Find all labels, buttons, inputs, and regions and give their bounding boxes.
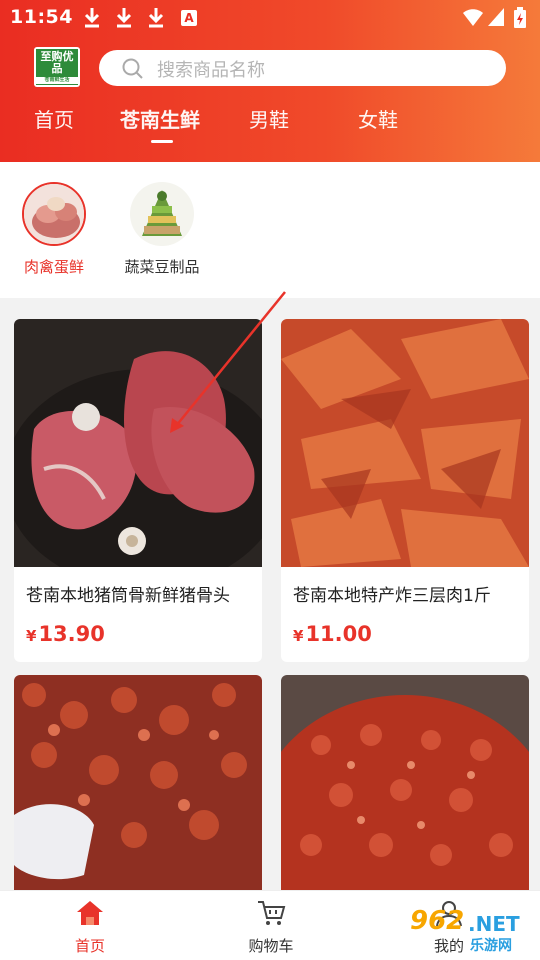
watermark-site-name: 乐游网 bbox=[470, 938, 512, 954]
product-image bbox=[281, 319, 529, 567]
product-card[interactable] bbox=[281, 675, 529, 890]
price-value: 11.00 bbox=[305, 622, 372, 646]
product-price: ¥11.00 bbox=[293, 622, 372, 646]
status-time: 11:54 bbox=[10, 6, 73, 28]
product-price: ¥13.90 bbox=[26, 622, 105, 646]
download-icon bbox=[116, 8, 132, 28]
currency-symbol: ¥ bbox=[293, 627, 304, 645]
status-bar: 11:54 A bbox=[0, 0, 540, 36]
product-title: 苍南本地特产炸三层肉1斤 bbox=[293, 586, 491, 606]
product-image bbox=[14, 319, 262, 589]
site-watermark: 962 .NET 乐游网 bbox=[400, 902, 540, 958]
tab-mens-shoes[interactable]: 男鞋 bbox=[249, 104, 289, 133]
nav-cart[interactable]: 购物车 bbox=[226, 899, 316, 956]
subcategory-meat-eggs[interactable]: 肉禽蛋鲜 bbox=[9, 182, 99, 277]
subcategory-label: 蔬菜豆制品 bbox=[124, 258, 200, 276]
product-card[interactable]: 苍南本地特产炸三层肉1斤 ¥11.00 bbox=[281, 319, 529, 662]
subcategory-label: 肉禽蛋鲜 bbox=[23, 258, 84, 276]
wifi-icon bbox=[463, 9, 483, 26]
tab-cangnan-fresh[interactable]: 苍南生鲜 bbox=[120, 104, 200, 133]
subcategory-vegetables-tofu[interactable]: 蔬菜豆制品 bbox=[117, 182, 207, 277]
search-icon bbox=[122, 58, 143, 79]
app-notification-icon: A bbox=[181, 10, 197, 26]
category-tabs: 首页 苍南生鲜 男鞋 女鞋 bbox=[0, 104, 540, 144]
tab-home[interactable]: 首页 bbox=[34, 104, 74, 133]
nav-label: 购物车 bbox=[248, 937, 294, 955]
product-card[interactable]: 苍南本地猪筒骨新鲜猪骨头 ¥13.90 bbox=[14, 319, 262, 662]
product-card[interactable] bbox=[14, 675, 262, 890]
nav-label: 首页 bbox=[74, 937, 105, 955]
vegetable-category-image bbox=[130, 182, 194, 246]
app-header: 11:54 A 至购优品 苍南鲜生活 搜索商品名称 首页 苍南生鲜 男鞋 女鞋 bbox=[0, 0, 540, 162]
tab-womens-shoes[interactable]: 女鞋 bbox=[358, 104, 398, 133]
product-image bbox=[14, 675, 262, 890]
search-placeholder: 搜索商品名称 bbox=[157, 60, 265, 81]
currency-symbol: ¥ bbox=[26, 627, 37, 645]
active-tab-indicator bbox=[151, 140, 173, 143]
download-icon bbox=[148, 8, 164, 28]
nav-home[interactable]: 首页 bbox=[45, 899, 135, 956]
cart-icon bbox=[258, 901, 286, 925]
watermark-domain: .NET bbox=[468, 912, 520, 936]
logo-text: 至购优品 bbox=[40, 50, 74, 75]
watermark-number: 962 bbox=[410, 906, 465, 936]
product-title: 苍南本地猪筒骨新鲜猪骨头 bbox=[26, 586, 230, 606]
app-logo[interactable]: 至购优品 苍南鲜生活 bbox=[34, 47, 80, 87]
price-value: 13.90 bbox=[38, 622, 105, 646]
meat-category-image bbox=[22, 182, 86, 246]
search-input[interactable]: 搜索商品名称 bbox=[99, 50, 506, 86]
subcategory-row: 肉禽蛋鲜 蔬菜豆制品 bbox=[0, 162, 540, 298]
product-image bbox=[281, 675, 529, 890]
signal-icon bbox=[488, 8, 504, 26]
home-icon bbox=[77, 901, 103, 925]
battery-icon bbox=[514, 7, 526, 28]
download-icon bbox=[84, 8, 100, 28]
logo-subtext: 苍南鲜生活 bbox=[36, 77, 78, 84]
